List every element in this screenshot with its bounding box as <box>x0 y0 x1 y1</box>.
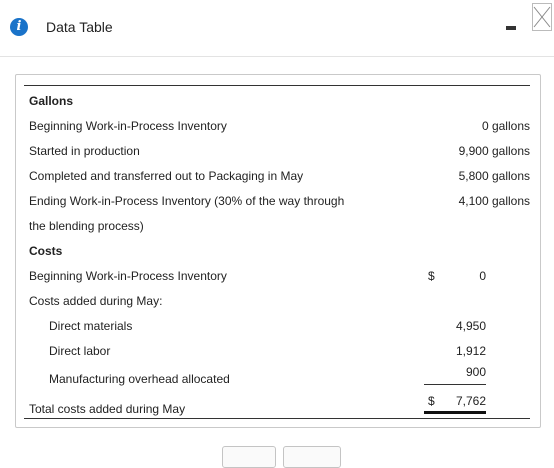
section-header-gallons: Gallons <box>29 94 74 108</box>
table-row: Completed and transferred out to Packagi… <box>0 165 554 187</box>
table-row: Beginning Work-in-Process Inventory 0 ga… <box>0 115 554 137</box>
table-row: Started in production 9,900 gallons <box>0 140 554 162</box>
print-button[interactable] <box>222 446 276 468</box>
row-value: 5,800 gallons <box>458 169 530 183</box>
section-header-costs: Costs <box>29 244 63 258</box>
info-icon: i <box>10 18 28 36</box>
table-row: Beginning Work-in-Process Inventory $ 0 <box>0 265 554 287</box>
row-value: 9,900 gallons <box>458 144 530 158</box>
minimize-button[interactable] <box>506 26 516 30</box>
total-label: Total costs added during May <box>29 402 186 416</box>
table-row: Costs <box>0 240 554 262</box>
table-row: Gallons <box>0 90 554 112</box>
row-value: 4,950 <box>455 319 486 333</box>
close-icon[interactable] <box>532 3 552 31</box>
table-row: Manufacturing overhead allocated <box>0 368 554 390</box>
currency-symbol: $ <box>428 269 435 283</box>
row-label: Beginning Work-in-Process Inventory <box>29 269 227 283</box>
total-double-rule <box>424 411 486 414</box>
table-top-rule <box>24 85 530 86</box>
table-row: Direct labor 1,912 <box>0 340 554 362</box>
table-row: Direct materials 4,950 <box>0 315 554 337</box>
row-label: Direct materials <box>49 319 133 333</box>
row-label-continued: the blending process) <box>29 219 144 233</box>
table-row: Ending Work-in-Process Inventory (30% of… <box>0 190 554 212</box>
subtotal-rule <box>424 384 486 385</box>
row-label: Beginning Work-in-Process Inventory <box>29 119 227 133</box>
row-label: Costs added during May: <box>29 294 163 308</box>
row-label: Direct labor <box>49 344 111 358</box>
row-value: 1,912 <box>455 344 486 358</box>
dialog-title: Data Table <box>46 19 113 35</box>
table-row: the blending process) <box>0 215 554 237</box>
table-row: Costs added during May: <box>0 290 554 312</box>
row-label: Started in production <box>29 144 140 158</box>
table-row: Total costs added during May <box>0 398 554 420</box>
row-value: 0 gallons <box>481 119 530 133</box>
row-label: Ending Work-in-Process Inventory (30% of… <box>29 194 345 208</box>
row-value: 4,100 gallons <box>458 194 530 208</box>
row-label: Manufacturing overhead allocated <box>49 372 230 386</box>
row-label: Completed and transferred out to Packagi… <box>29 169 304 183</box>
table-bottom-rule <box>24 418 530 419</box>
done-button[interactable] <box>283 446 341 468</box>
row-value: 0 <box>479 269 486 283</box>
dialog-titlebar: i Data Table <box>0 0 554 57</box>
